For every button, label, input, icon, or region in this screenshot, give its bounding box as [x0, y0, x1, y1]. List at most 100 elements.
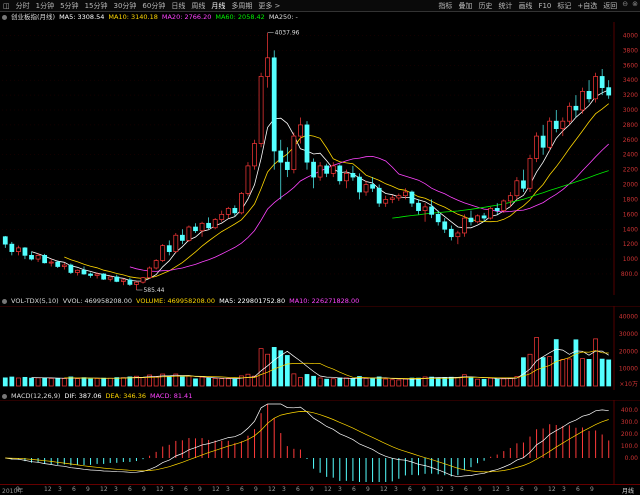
- period-tab-3[interactable]: 15分钟: [82, 0, 111, 12]
- macd-value: MACD: 81.41: [149, 392, 193, 400]
- settings-circle-icon[interactable]: [2, 14, 7, 20]
- time-axis: 2010年 9 12 3 6 9 12 3 6 9 12 3 6 9 12 3 6 9 12 3 6 9 12 3 6 9 12 3 6…: [0, 484, 640, 495]
- price-tick-label: 3000: [623, 107, 638, 114]
- period-tab-0[interactable]: 分时: [13, 0, 33, 12]
- period-tab-6[interactable]: 日线: [168, 0, 188, 12]
- period-tab-10[interactable]: 更多 >: [255, 0, 283, 12]
- candle: [534, 132, 539, 163]
- price-tick-label: 1800: [623, 196, 638, 203]
- period-tab-8[interactable]: 月线: [208, 0, 228, 12]
- period-tab-5[interactable]: 60分钟: [139, 0, 168, 12]
- candle: [127, 277, 133, 286]
- volume-bar: [81, 377, 87, 387]
- tool-button-0[interactable]: 指标: [435, 0, 455, 12]
- period-tab-9[interactable]: 多周期: [228, 0, 255, 12]
- time-tick-label: 9: [366, 486, 370, 493]
- period-tab-2[interactable]: 5分钟: [57, 0, 81, 12]
- candle: [75, 269, 80, 276]
- candle: [442, 218, 448, 233]
- candle: [16, 245, 21, 256]
- macd-tick-label: 100.0: [621, 443, 638, 450]
- volume-bar: [389, 379, 395, 387]
- tool-button-2[interactable]: 历史: [475, 0, 495, 12]
- price-tick-label: 1600: [623, 211, 638, 218]
- volume-bar: [179, 376, 185, 387]
- candle: [580, 87, 585, 114]
- volume-bar: [9, 376, 15, 387]
- tool-button-8[interactable]: 返回: [600, 0, 620, 12]
- volume-bar: [586, 359, 592, 387]
- volume-chart[interactable]: 40000 30000 20000 10000 ×10万: [0, 306, 640, 390]
- tool-button-7[interactable]: +自选: [574, 0, 600, 12]
- volume-bar: [265, 353, 271, 387]
- volume-bar: [462, 374, 467, 387]
- time-tick-label: 12: [380, 486, 388, 493]
- dea-line: [5, 411, 609, 473]
- volume-bar: [370, 378, 375, 387]
- candle: [389, 194, 395, 204]
- macd-chart[interactable]: 400.0 300.0 200.0 100.0 0.00: [0, 400, 640, 484]
- price-tick-label: 3200: [623, 92, 638, 99]
- volume-bar: [547, 356, 553, 387]
- candle: [173, 232, 179, 254]
- candle: [120, 278, 126, 286]
- volume-bar: [271, 347, 277, 387]
- tool-button-5[interactable]: F10: [535, 0, 554, 12]
- price-tick-label: 2600: [623, 137, 638, 144]
- time-tick-label: 9: [142, 486, 146, 493]
- candle: [357, 173, 362, 200]
- volume-bar: [245, 373, 251, 387]
- period-tab-4[interactable]: 30分钟: [110, 0, 139, 12]
- candle: [317, 162, 323, 181]
- candle: [199, 221, 205, 237]
- minimize-icon[interactable]: ⊖: [620, 0, 630, 12]
- period-tab-1[interactable]: 1分钟: [33, 0, 57, 12]
- candle: [475, 214, 480, 224]
- candle: [468, 210, 474, 226]
- candle: [540, 124, 546, 155]
- candle: [225, 206, 231, 219]
- volume-bar: [75, 378, 80, 387]
- candle: [396, 193, 402, 201]
- time-tick-label: 12: [436, 486, 444, 493]
- volume-bar: [442, 377, 448, 387]
- time-tick-label: 9: [16, 486, 20, 493]
- time-tick-label: 12: [156, 486, 164, 493]
- time-tick-label: 6: [128, 486, 132, 493]
- ma250-value: MA250: -: [268, 13, 298, 21]
- volume-value: VOLUME: 469958208.00: [136, 297, 216, 305]
- macd-tick-label: 0.00: [625, 455, 639, 462]
- vol-ma10-value: MA10: 226271828.00: [289, 297, 360, 305]
- close-icon[interactable]: ⊗: [630, 0, 640, 12]
- volume-bar: [494, 378, 500, 387]
- volume-bar: [48, 378, 54, 387]
- price-tick-label: 800.0: [621, 271, 638, 278]
- tool-button-3[interactable]: 统计: [495, 0, 515, 12]
- price-tick-label: 3800: [623, 47, 638, 54]
- price-tick-label: 2200: [623, 167, 638, 174]
- period-tab-7[interactable]: 周线: [188, 0, 208, 12]
- volume-legend: VOL-TDX(5,10) VVOL: 469958208.00 VOLUME: 4…: [2, 296, 363, 306]
- volume-bar: [35, 377, 41, 387]
- chart-layout-icon[interactable]: ◫: [0, 0, 13, 12]
- price-tick-label: 4000: [623, 32, 638, 39]
- volume-bar: [580, 358, 585, 387]
- vvol-value: VVOL: 469958208.00: [62, 297, 133, 305]
- volume-bar: [337, 377, 343, 387]
- candlestick-chart[interactable]: 4000 3800 3600 3400 3200 3000 2800 2600 2400 2200…: [0, 22, 640, 295]
- tool-button-4[interactable]: 画线: [515, 0, 535, 12]
- volume-bar: [278, 350, 284, 387]
- settings-circle-icon[interactable]: [2, 298, 7, 304]
- time-tick-label: 3: [170, 486, 174, 493]
- price-tick-label: 1000: [623, 256, 638, 263]
- time-tick-label: 6: [464, 486, 468, 493]
- macd-tick-label: 200.0: [621, 431, 638, 438]
- candle: [560, 117, 566, 137]
- candle: [101, 273, 107, 280]
- candle: [462, 214, 467, 237]
- settings-circle-icon[interactable]: [2, 393, 7, 399]
- tool-button-1[interactable]: 叠加: [455, 0, 475, 12]
- candle: [88, 272, 93, 278]
- tool-button-6[interactable]: 标记: [554, 0, 574, 12]
- time-tick-label: 12: [492, 486, 500, 493]
